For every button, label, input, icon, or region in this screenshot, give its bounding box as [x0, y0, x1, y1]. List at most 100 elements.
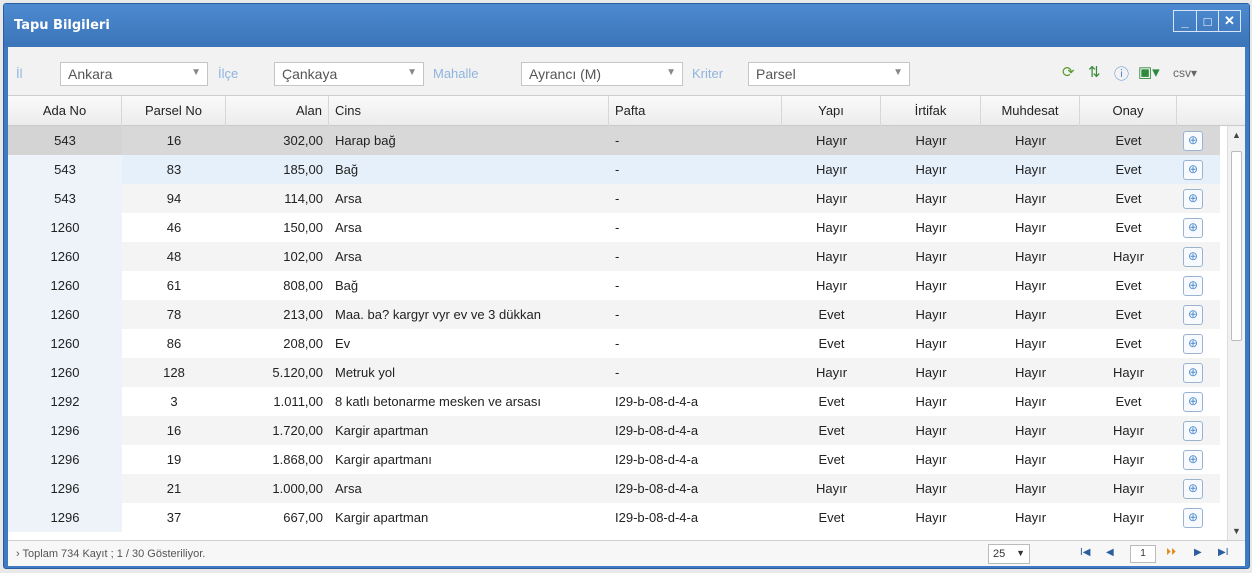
cell-alan: 185,00 [283, 162, 323, 177]
cell-cins: Kargir apartman [335, 423, 429, 438]
il-combo[interactable]: Ankara ▼ [60, 62, 208, 86]
column-header-alan[interactable]: Alan [226, 96, 329, 126]
cell-parsel-no: 3 [170, 394, 178, 409]
csv-export-icon[interactable]: csv▾ [1173, 66, 1197, 80]
table-row[interactable]: 1292 3 1.011,00 8 katlı betonarme mesken ve… [8, 387, 1220, 416]
cell-alan: 1.868,00 [272, 452, 323, 467]
ilce-label: İlçe [218, 66, 239, 81]
cell-onay: Evet [1115, 220, 1142, 235]
column-header-ada-no[interactable]: Ada No [8, 96, 122, 126]
scroll-down-icon[interactable]: ▼ [1232, 526, 1241, 536]
sort-icon[interactable]: ⇅ [1088, 63, 1101, 81]
cell-ada-no: 543 [8, 126, 122, 155]
table-row[interactable]: 1260 78 213,00 Maa. ba? kargyr vyr ev ve 3 … [8, 300, 1220, 329]
zoom-icon[interactable]: ⊕ [1183, 363, 1203, 383]
cell-alan: 808,00 [283, 278, 323, 293]
maximize-icon[interactable]: □ [1196, 11, 1218, 31]
close-icon[interactable]: ✕ [1218, 11, 1240, 31]
cell-cins: Kargir apartmanı [335, 452, 432, 467]
zoom-icon[interactable]: ⊕ [1183, 479, 1203, 499]
cell-parsel-no: 16 [166, 133, 182, 148]
table-row[interactable]: 1296 19 1.868,00 Kargir apartmanı I29-b-08-d… [8, 445, 1220, 474]
table-row[interactable]: 1296 21 1.000,00 Arsa I29-b-08-d-4-a Hayır Hay… [8, 474, 1220, 503]
column-header-pafta[interactable]: Pafta [609, 96, 782, 126]
column-header-parsel-no[interactable]: Parsel No [122, 96, 226, 126]
zoom-icon[interactable]: ⊕ [1183, 392, 1203, 412]
cell-onay: Evet [1115, 278, 1142, 293]
zoom-icon[interactable]: ⊕ [1183, 131, 1203, 151]
cell-alan: 1.000,00 [272, 481, 323, 496]
cell-parsel-no: 16 [166, 423, 182, 438]
cell-onay: Evet [1115, 133, 1142, 148]
zoom-icon[interactable]: ⊕ [1183, 189, 1203, 209]
column-header-onay[interactable]: Onay [1080, 96, 1177, 126]
table-row[interactable]: 1296 37 667,00 Kargir apartman I29-b-08-d-4-… [8, 503, 1220, 532]
cell-muhdesat: Hayır [1014, 365, 1047, 380]
table-row[interactable]: 1260 46 150,00 Arsa - Hayır Hayır Hayır Evet ⊕ [8, 213, 1220, 242]
ilce-combo[interactable]: Çankaya ▼ [274, 62, 424, 86]
pager-info: › Toplam 734 Kayıt ; 1 / 30 Gösteriliyor… [16, 548, 206, 560]
cell-pafta: I29-b-08-d-4-a [615, 452, 699, 467]
scrollbar-thumb[interactable] [1231, 151, 1242, 341]
table-row[interactable]: 543 83 185,00 Bağ - Hayır Hayır Hayır Evet ⊕ [8, 155, 1220, 184]
cell-parsel-no: 78 [166, 307, 182, 322]
zoom-icon[interactable]: ⊕ [1183, 218, 1203, 238]
zoom-icon[interactable]: ⊕ [1183, 334, 1203, 354]
cell-pafta: - [615, 191, 620, 206]
table-row[interactable]: 1260 48 102,00 Arsa - Hayır Hayır Hayır Hayır ⊕ [8, 242, 1220, 271]
pager-info-text: Toplam 734 Kayıt ; 1 / 30 Gösteriliyor. [22, 548, 206, 560]
zoom-icon[interactable]: ⊕ [1183, 305, 1203, 325]
excel-export-icon[interactable]: ▣▾ [1138, 63, 1160, 81]
il-label: İl [16, 66, 23, 81]
cell-irtifak: Hayır [915, 307, 947, 322]
cell-onay: Hayır [1112, 423, 1145, 438]
cell-pafta: - [615, 133, 620, 148]
mahalle-value: Ayrancı (M) [529, 66, 602, 82]
cell-cins: Harap bağ [335, 133, 396, 148]
kriter-combo[interactable]: Parsel ▼ [748, 62, 910, 86]
cell-onay: Hayır [1112, 510, 1145, 525]
column-header-yapi[interactable]: Yapı [782, 96, 881, 126]
zoom-icon[interactable]: ⊕ [1183, 421, 1203, 441]
first-page-icon[interactable]: I◀ [1080, 547, 1090, 558]
cell-irtifak: Hayır [915, 162, 947, 177]
minimize-icon[interactable]: _ [1174, 11, 1196, 31]
table-row[interactable]: 1260 128 5.120,00 Metruk yol - Hayır Hayır Hayı… [8, 358, 1220, 387]
refresh-page-icon[interactable]: ⏵⏵ [1166, 547, 1176, 558]
cell-irtifak: Hayır [915, 133, 947, 148]
prev-page-icon[interactable]: ◀ [1106, 547, 1114, 558]
column-header-irtifak[interactable]: İrtifak [881, 96, 981, 126]
zoom-icon[interactable]: ⊕ [1183, 450, 1203, 470]
zoom-icon[interactable]: ⊕ [1183, 508, 1203, 528]
column-header-cins[interactable]: Cins [329, 96, 609, 126]
cell-cins: Maa. ba? kargyr vyr ev ve 3 dükkan [335, 307, 541, 322]
cell-yapi: Hayır [815, 162, 848, 177]
vertical-scrollbar[interactable]: ▲ ▼ [1227, 126, 1245, 540]
table-row[interactable]: 1260 61 808,00 Bağ - Hayır Hayır Hayır Evet ⊕ [8, 271, 1220, 300]
cell-cins: Arsa [335, 191, 362, 206]
last-page-icon[interactable]: ▶I [1218, 547, 1228, 558]
info-icon[interactable]: ⓘ [1114, 63, 1129, 84]
table-row[interactable]: 1260 86 208,00 Ev - Evet Hayır Hayır Evet ⊕ [8, 329, 1220, 358]
table-row[interactable]: 543 94 114,00 Arsa - Hayır Hayır Hayır Evet ⊕ [8, 184, 1220, 213]
cell-pafta: - [615, 220, 620, 235]
cell-yapi: Evet [818, 510, 845, 525]
table-row[interactable]: 1296 16 1.720,00 Kargir apartman I29-b-08-d-… [8, 416, 1220, 445]
cell-irtifak: Hayır [915, 191, 947, 206]
column-header-muhdesat[interactable]: Muhdesat [981, 96, 1080, 126]
cell-cins: Arsa [335, 220, 362, 235]
table-row[interactable]: 543 16 302,00 Harap bağ - Hayır Hayır Hayır Evet… [8, 126, 1220, 155]
window: Tapu Bilgileri _ □ ✕ İl Ankara ▼ İlçe Ça… [3, 3, 1250, 569]
cell-muhdesat: Hayır [1014, 452, 1047, 467]
next-page-icon[interactable]: ▶ [1194, 547, 1202, 558]
cell-alan: 208,00 [283, 336, 323, 351]
zoom-icon[interactable]: ⊕ [1183, 247, 1203, 267]
refresh-icon[interactable]: ⟳ [1062, 63, 1075, 81]
chevron-down-icon: ▼ [666, 67, 676, 78]
zoom-icon[interactable]: ⊕ [1183, 276, 1203, 296]
scroll-up-icon[interactable]: ▲ [1232, 130, 1241, 140]
page-input[interactable]: 1 [1130, 545, 1156, 563]
mahalle-combo[interactable]: Ayrancı (M) ▼ [521, 62, 683, 86]
page-size-select[interactable]: 25 ▼ [988, 544, 1030, 564]
zoom-icon[interactable]: ⊕ [1183, 160, 1203, 180]
